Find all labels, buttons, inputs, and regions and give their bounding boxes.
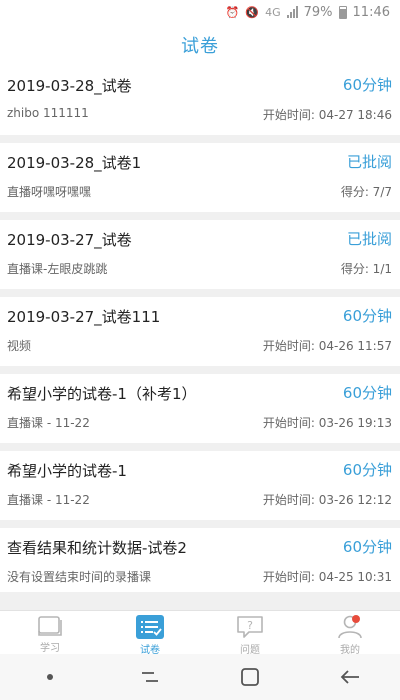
paper-status: 60分钟 — [342, 76, 392, 94]
paper-info: 开始时间: 04-27 18:46 — [262, 108, 392, 122]
paper-info: 开始时间: 03-26 19:13 — [262, 416, 392, 430]
paper-title: 希望小学的试卷-1 — [7, 462, 127, 480]
tab-exam[interactable]: 试卷 — [100, 611, 200, 656]
paper-status: 60分钟 — [342, 384, 392, 402]
mute-icon: 🔇 — [245, 5, 260, 19]
signal-icon — [286, 6, 298, 18]
paper-info: 开始时间: 04-25 10:31 — [262, 570, 392, 584]
exam-list-icon — [135, 614, 165, 640]
paper-card[interactable]: 2019-03-28_试卷 60分钟 zhibo 111111 开始时间: 04… — [0, 66, 400, 135]
paper-title: 2019-03-28_试卷 — [7, 77, 132, 95]
paper-status: 60分钟 — [342, 307, 392, 325]
clock: 11:46 — [352, 4, 390, 20]
question-bubble-icon: ? — [235, 614, 265, 640]
profile-icon — [335, 614, 365, 640]
paper-status: 已批阅 — [346, 153, 392, 171]
tab-study[interactable]: 学习 — [0, 611, 100, 654]
app-header: 试卷 — [0, 24, 400, 66]
paper-info: 得分: 1/1 — [340, 262, 392, 276]
paper-title: 查看结果和统计数据-试卷2 — [7, 539, 187, 557]
notification-dot-icon — [352, 615, 360, 623]
paper-course: 直播呀嘿呀嘿嘿 — [7, 185, 92, 199]
tab-label: 学习 — [40, 643, 60, 654]
paper-status: 已批阅 — [346, 230, 392, 248]
alarm-icon: ⏰ — [225, 5, 240, 19]
nav-dot-icon[interactable] — [25, 662, 75, 692]
paper-card[interactable]: 希望小学的试卷-1 60分钟 直播课 - 11-22 开始时间: 03-26 1… — [0, 451, 400, 520]
paper-course: zhibo 111111 — [7, 106, 89, 120]
paper-info: 得分: 7/7 — [340, 185, 392, 199]
paper-course: 没有设置结束时间的录播课 — [7, 570, 152, 584]
paper-card[interactable]: 2019-03-27_试卷111 60分钟 视频 开始时间: 04-26 11:… — [0, 297, 400, 366]
system-nav-bar — [0, 654, 400, 700]
battery-icon — [338, 5, 347, 19]
paper-course: 视频 — [7, 339, 32, 353]
bottom-tab-bar: 学习 试卷 ? 问题 我的 — [0, 610, 400, 656]
home-icon[interactable] — [225, 662, 275, 692]
paper-course: 直播课 - 11-22 — [7, 416, 90, 430]
paper-course: 直播课 - 11-22 — [7, 493, 90, 507]
paper-card[interactable]: 2019-03-27_试卷 已批阅 直播课-左眼皮跳跳 得分: 1/1 — [0, 220, 400, 289]
paper-title: 2019-03-27_试卷 — [7, 231, 132, 249]
back-icon[interactable] — [325, 662, 375, 692]
tab-questions[interactable]: ? 问题 — [200, 611, 300, 656]
paper-card[interactable]: 希望小学的试卷-1（补考1） 60分钟 直播课 - 11-22 开始时间: 03… — [0, 374, 400, 443]
tab-mine[interactable]: 我的 — [300, 611, 400, 656]
recent-apps-icon[interactable] — [125, 662, 175, 692]
paper-course: 直播课-左眼皮跳跳 — [7, 262, 108, 276]
battery-percent: 79% — [303, 4, 333, 20]
paper-status: 60分钟 — [342, 538, 392, 556]
page-title: 试卷 — [181, 36, 219, 57]
paper-title: 希望小学的试卷-1（补考1） — [7, 385, 197, 403]
paper-status: 60分钟 — [342, 461, 392, 479]
status-bar: ⏰ 🔇 4G 79% 11:46 — [0, 0, 400, 24]
paper-info: 开始时间: 03-26 12:12 — [262, 493, 392, 507]
paper-card[interactable]: 查看结果和统计数据-试卷2 60分钟 没有设置结束时间的录播课 开始时间: 04… — [0, 528, 400, 592]
book-icon — [35, 614, 65, 638]
network-label: 4G — [265, 5, 281, 19]
paper-title: 2019-03-27_试卷111 — [7, 308, 161, 326]
svg-text:?: ? — [247, 619, 253, 632]
paper-title: 2019-03-28_试卷1 — [7, 154, 142, 172]
paper-list[interactable]: 2019-03-28_试卷 60分钟 zhibo 111111 开始时间: 04… — [0, 66, 400, 610]
paper-card[interactable]: 2019-03-28_试卷1 已批阅 直播呀嘿呀嘿嘿 得分: 7/7 — [0, 143, 400, 212]
paper-info: 开始时间: 04-26 11:57 — [262, 339, 392, 353]
